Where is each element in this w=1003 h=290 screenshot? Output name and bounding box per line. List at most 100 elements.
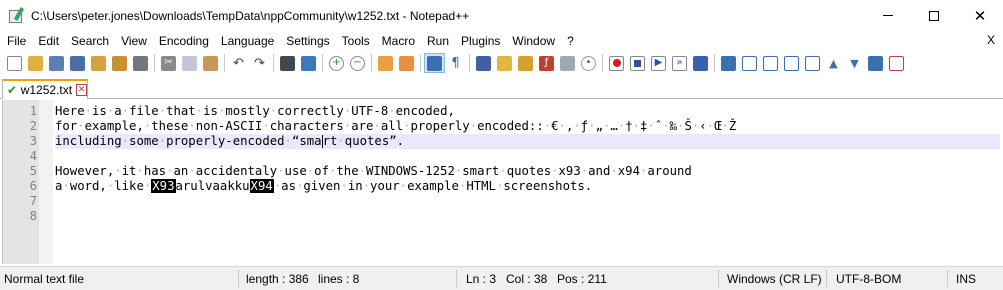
toolbar-separator (371, 54, 372, 72)
indent-guide-icon[interactable] (473, 53, 494, 73)
folder-workspace-icon[interactable] (557, 53, 578, 73)
whitespace-dot: · (399, 179, 408, 193)
plugin-5-icon[interactable] (802, 53, 823, 73)
show-all-chars-icon[interactable]: ¶ (445, 53, 466, 73)
zoom-in-icon[interactable]: + (326, 53, 347, 73)
doc-map-icon[interactable] (515, 53, 536, 73)
record-macro-icon[interactable] (606, 53, 627, 73)
editor-area[interactable]: 1 2 3 4 5 6 7 8 Here·is·a·file·that·is·m… (2, 100, 1001, 264)
maximize-button[interactable] (911, 0, 957, 31)
menu-edit[interactable]: Edit (31, 34, 64, 48)
tab-label: w1252.txt (20, 83, 73, 97)
plugin-6-icon[interactable]: ▲ (823, 53, 844, 73)
menu-file[interactable]: File (0, 34, 31, 48)
plugin-1-icon[interactable] (718, 53, 739, 73)
whitespace-dot: · (188, 119, 196, 133)
new-file-icon[interactable] (4, 53, 25, 73)
word-wrap-icon[interactable] (424, 53, 445, 73)
menu-macro[interactable]: Macro (375, 34, 420, 48)
open-file-icon[interactable] (25, 53, 46, 73)
whitespace-dot: · (295, 179, 304, 193)
close-all-icon[interactable] (109, 53, 130, 73)
menu-settings[interactable]: Settings (279, 34, 334, 48)
cut-icon[interactable]: ✂ (158, 53, 179, 73)
close-icon[interactable] (88, 53, 109, 73)
control-char-x94: X94 (249, 179, 274, 193)
plugin-9-icon[interactable] (886, 53, 907, 73)
copy-icon[interactable] (179, 53, 200, 73)
line-number: 1 (29, 104, 37, 118)
replace-icon[interactable] (298, 53, 319, 73)
status-divider (456, 270, 457, 287)
tab-w1252[interactable]: ✔ w1252.txt ✕ (2, 79, 88, 99)
window-title: C:\Users\peter.jones\Downloads\TempData\… (31, 8, 470, 23)
toolbar-separator (322, 54, 323, 72)
whitespace-dot: · (373, 119, 381, 133)
whitespace-dot: · (114, 164, 122, 178)
line-number: 5 (29, 164, 37, 178)
save-macro-icon[interactable] (690, 53, 711, 73)
close-document-button[interactable]: X (987, 33, 995, 47)
play-macro-icon[interactable]: ▶ (648, 53, 669, 73)
save-icon[interactable] (46, 53, 67, 73)
menu-bar: File Edit Search View Encoding Language … (0, 31, 1003, 51)
plugin-8-icon[interactable] (865, 53, 886, 73)
title-bar: C:\Users\peter.jones\Downloads\TempData\… (0, 0, 1003, 31)
status-col: Col : 38 (506, 271, 548, 286)
menu-help[interactable]: ? (560, 34, 579, 48)
undo-icon[interactable]: ↶ (228, 53, 249, 73)
stop-record-icon[interactable] (627, 53, 648, 73)
whitespace-dot: · (499, 164, 507, 178)
toolbar-separator (420, 54, 421, 72)
menu-window[interactable]: Window (505, 34, 560, 48)
menu-view[interactable]: View (114, 34, 152, 48)
sync-horizontal-icon[interactable] (396, 53, 417, 73)
save-all-icon[interactable] (67, 53, 88, 73)
monitoring-icon[interactable]: • (578, 53, 599, 73)
code-text: rt·quotes”. (322, 134, 405, 148)
whitespace-dot: · (337, 134, 345, 148)
code-line-3-current: including·some·properly-encoded·“smart·q… (55, 134, 1000, 149)
toolbar-separator (469, 54, 470, 72)
control-char-x93: X93 (151, 179, 176, 193)
saved-check-icon: ✔ (7, 83, 18, 97)
function-list-icon[interactable]: ƒ (536, 53, 557, 73)
tab-close-icon[interactable]: ✕ (76, 84, 87, 96)
menu-search[interactable]: Search (64, 34, 114, 48)
sync-vertical-icon[interactable] (375, 53, 396, 73)
find-icon[interactable] (277, 53, 298, 73)
menu-encoding[interactable]: Encoding (152, 34, 214, 48)
plugin-2-icon[interactable] (739, 53, 760, 73)
whitespace-dot: · (602, 119, 611, 133)
whitespace-dot: · (706, 119, 715, 133)
paste-icon[interactable] (200, 53, 221, 73)
plugin-4-icon[interactable] (781, 53, 802, 73)
notepad-plus-plus-icon (8, 6, 25, 24)
user-language-icon[interactable] (494, 53, 515, 73)
run-macro-multiple-icon[interactable]: » (669, 53, 690, 73)
status-eol: Windows (CR LF) (727, 271, 822, 286)
whitespace-dot: · (158, 134, 167, 148)
redo-icon[interactable]: ↷ (249, 53, 270, 73)
code-text: including·some·properly-encoded·“sma (55, 134, 322, 148)
minimize-button[interactable] (865, 0, 911, 31)
status-pos: Pos : 211 (557, 271, 607, 286)
menu-tools[interactable]: Tools (335, 34, 375, 48)
menu-run[interactable]: Run (420, 34, 454, 48)
status-divider (718, 270, 719, 287)
whitespace-dot: · (284, 134, 292, 148)
plugin-7-icon[interactable]: ▼ (844, 53, 865, 73)
plugin-3-icon[interactable] (760, 53, 781, 73)
toolbar-separator (273, 54, 274, 72)
close-window-button[interactable]: ✕ (957, 0, 1003, 31)
print-icon[interactable] (130, 53, 151, 73)
zoom-out-icon[interactable]: − (347, 53, 368, 73)
whitespace-dot: · (588, 119, 596, 133)
whitespace-dot: · (358, 164, 367, 178)
whitespace-dot: · (340, 179, 348, 193)
menu-plugins[interactable]: Plugins (454, 34, 505, 48)
menu-language[interactable]: Language (214, 34, 279, 48)
whitespace-dot: · (343, 119, 352, 133)
code-line-5: However,·it·has·an·accidentaly·use·of·th… (55, 164, 692, 178)
